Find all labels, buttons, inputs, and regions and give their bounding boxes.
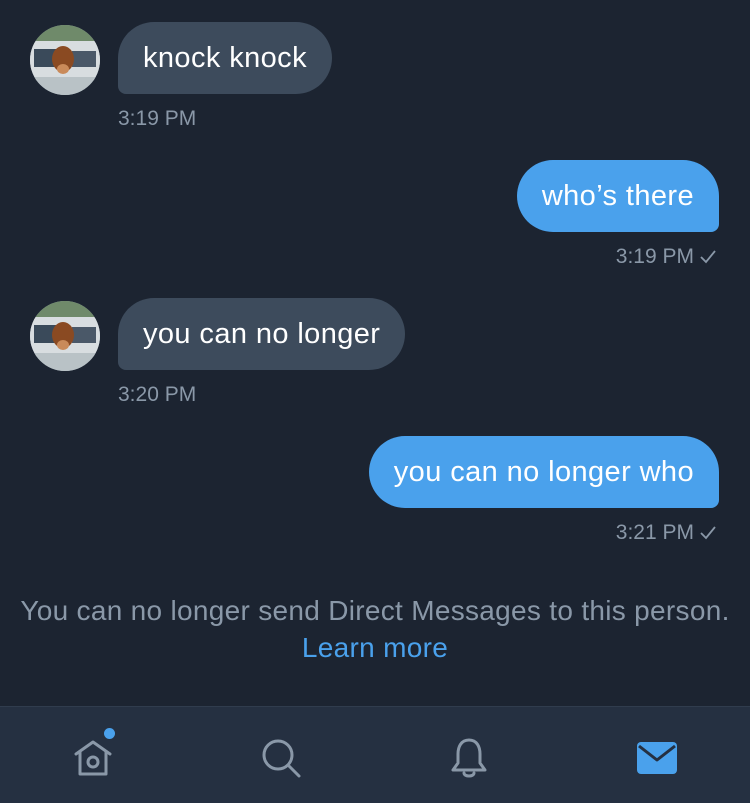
contact-avatar[interactable] xyxy=(30,301,100,371)
message-text: who’s there xyxy=(541,180,694,212)
read-check-icon xyxy=(700,526,716,540)
message-timestamp: 3:21 PM xyxy=(616,521,716,545)
message-text: you can no longer who xyxy=(393,456,694,488)
message-text: you can no longer xyxy=(143,318,381,350)
home-notification-dot xyxy=(104,728,115,739)
message-bubble-sent[interactable]: you can no longer who xyxy=(368,436,719,508)
bell-icon xyxy=(451,738,487,778)
tab-search[interactable] xyxy=(258,735,304,781)
learn-more-link[interactable]: Learn more xyxy=(302,632,448,663)
home-icon xyxy=(74,740,112,776)
message-text: knock knock xyxy=(143,42,307,74)
message-timestamp: 3:19 PM xyxy=(616,245,716,269)
message-bubble-received[interactable]: you can no longer xyxy=(118,298,406,370)
tab-messages[interactable] xyxy=(634,735,680,781)
message-timestamp: 3:19 PM xyxy=(118,107,197,130)
bottom-tab-bar xyxy=(0,706,750,803)
message-bubble-sent[interactable]: who’s there xyxy=(516,160,719,232)
notice-text: You can no longer send Direct Messages t… xyxy=(20,595,730,626)
search-icon xyxy=(262,739,301,778)
tab-notifications[interactable] xyxy=(446,735,492,781)
contact-avatar[interactable] xyxy=(30,25,100,95)
read-check-icon xyxy=(700,250,716,264)
message-bubble-received[interactable]: knock knock xyxy=(118,22,332,94)
mail-icon xyxy=(637,742,677,774)
message-timestamp: 3:20 PM xyxy=(118,383,197,406)
message-thread[interactable]: knock knock 3:19 PM who’s there 3:19 PM … xyxy=(0,0,750,706)
dm-restricted-notice: You can no longer send Direct Messages t… xyxy=(0,592,750,666)
tab-home[interactable] xyxy=(70,735,116,781)
